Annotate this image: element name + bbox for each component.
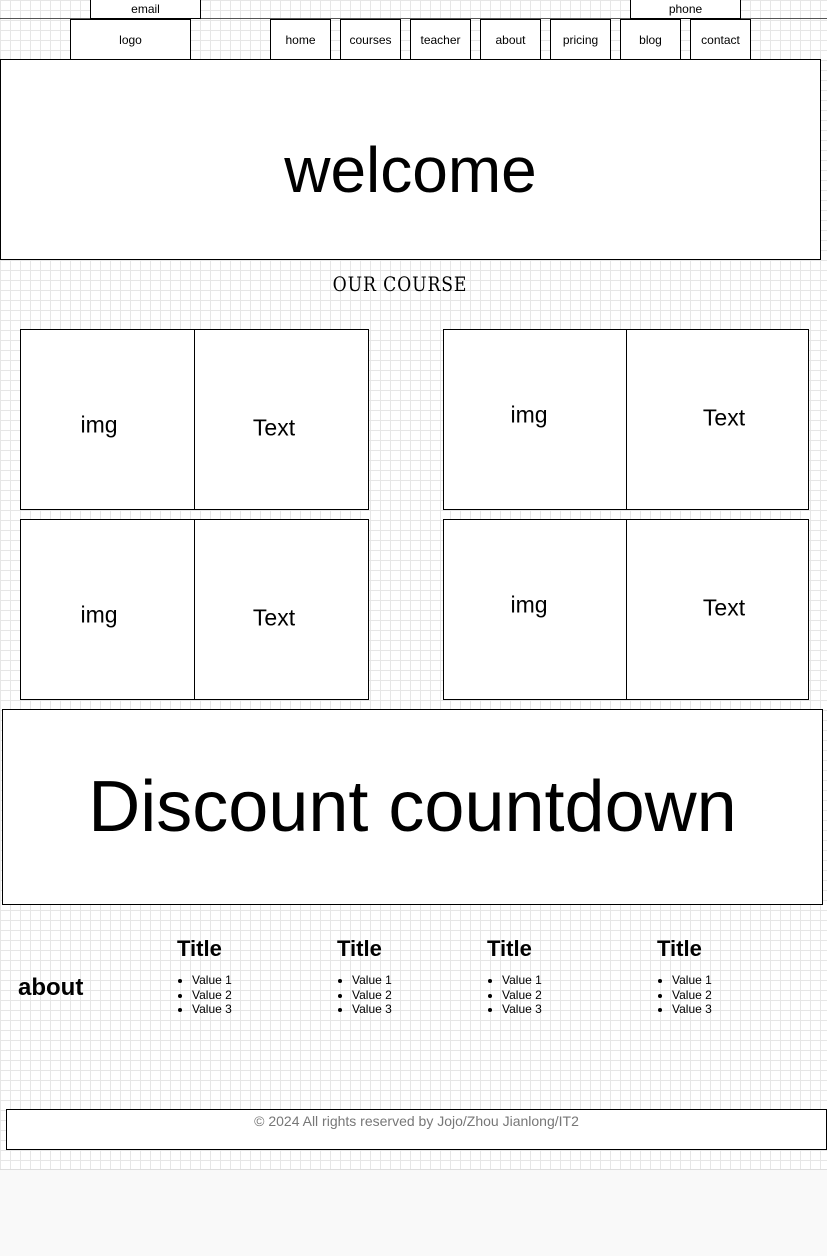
email-link[interactable]: email (90, 0, 201, 19)
footer-column: Title Value 1 Value 2 Value 3 (177, 934, 232, 1017)
nav-item-about[interactable]: about (480, 19, 541, 60)
list-item[interactable]: Value 3 (192, 1002, 232, 1017)
phone-label: phone (668, 2, 703, 16)
about-heading: about (18, 974, 84, 1001)
footer-bar: © 2024 All rights reserved by Jojo/Zhou … (6, 1109, 827, 1150)
list-item[interactable]: Value 2 (192, 988, 232, 1003)
list-item[interactable]: Value 2 (672, 988, 712, 1003)
footer-column-title: Title (657, 936, 702, 961)
nav-item-label: teacher (420, 32, 461, 47)
nav-item-pricing[interactable]: pricing (550, 19, 611, 60)
course-text: Text (702, 404, 746, 431)
footer-column-list: Value 1 Value 2 Value 3 (177, 973, 232, 1017)
footer-column-title: Title (177, 936, 222, 961)
email-label: email (131, 2, 160, 16)
list-item[interactable]: Value 2 (352, 988, 392, 1003)
course-text: Text (702, 594, 746, 621)
nav-item-label: blog (639, 32, 662, 47)
nav-item-blog[interactable]: blog (620, 19, 681, 60)
course-image-placeholder: img (80, 601, 118, 628)
list-item[interactable]: Value 2 (502, 988, 542, 1003)
course-text: Text (252, 604, 296, 631)
list-item[interactable]: Value 1 (352, 973, 392, 988)
nav-item-courses[interactable]: courses (340, 19, 401, 60)
card-divider (194, 330, 195, 509)
nav-item-teacher[interactable]: teacher (410, 19, 471, 60)
course-card[interactable]: img Text (443, 519, 809, 700)
course-image-placeholder: img (510, 591, 548, 618)
discount-countdown-banner: Discount countdown (2, 709, 823, 905)
course-text: Text (252, 414, 296, 441)
footer-column-title: Title (487, 936, 532, 961)
card-divider (626, 330, 627, 509)
phone-link[interactable]: phone (630, 0, 741, 19)
list-item[interactable]: Value 1 (672, 973, 712, 988)
footer-column-list: Value 1 Value 2 Value 3 (487, 973, 542, 1017)
course-image-placeholder: img (510, 401, 548, 428)
card-divider (626, 520, 627, 699)
course-card[interactable]: img Text (20, 519, 369, 700)
course-image-placeholder: img (80, 411, 118, 438)
nav-item-label: courses (349, 32, 392, 47)
footer-column-title: Title (337, 936, 382, 961)
logo[interactable]: logo (70, 19, 191, 60)
course-card[interactable]: img Text (20, 329, 369, 510)
copyright-text: © 2024 All rights reserved by Jojo/Zhou … (254, 1113, 579, 1129)
footer-column: Title Value 1 Value 2 Value 3 (657, 934, 712, 1017)
nav-item-home[interactable]: home (270, 19, 331, 60)
list-item[interactable]: Value 1 (192, 973, 232, 988)
hero-title: welcome (284, 134, 537, 206)
course-card[interactable]: img Text (443, 329, 809, 510)
list-item[interactable]: Value 3 (352, 1002, 392, 1017)
nav-item-label: pricing (562, 32, 599, 47)
list-item[interactable]: Value 3 (672, 1002, 712, 1017)
nav-item-label: contact (701, 32, 740, 47)
list-item[interactable]: Value 1 (502, 973, 542, 988)
footer-column-list: Value 1 Value 2 Value 3 (337, 973, 392, 1017)
nav-item-contact[interactable]: contact (690, 19, 751, 60)
footer-column: Title Value 1 Value 2 Value 3 (487, 934, 542, 1017)
footer-column-list: Value 1 Value 2 Value 3 (657, 973, 712, 1017)
nav-item-label: home (285, 32, 316, 47)
nav-item-label: about (495, 32, 526, 47)
card-divider (194, 520, 195, 699)
footer-column: Title Value 1 Value 2 Value 3 (337, 934, 392, 1017)
logo-label: logo (119, 32, 142, 47)
list-item[interactable]: Value 3 (502, 1002, 542, 1017)
section-heading-courses: OUR COURSE (332, 272, 468, 296)
hero-banner: welcome (0, 59, 821, 260)
discount-title: Discount countdown (88, 767, 737, 847)
